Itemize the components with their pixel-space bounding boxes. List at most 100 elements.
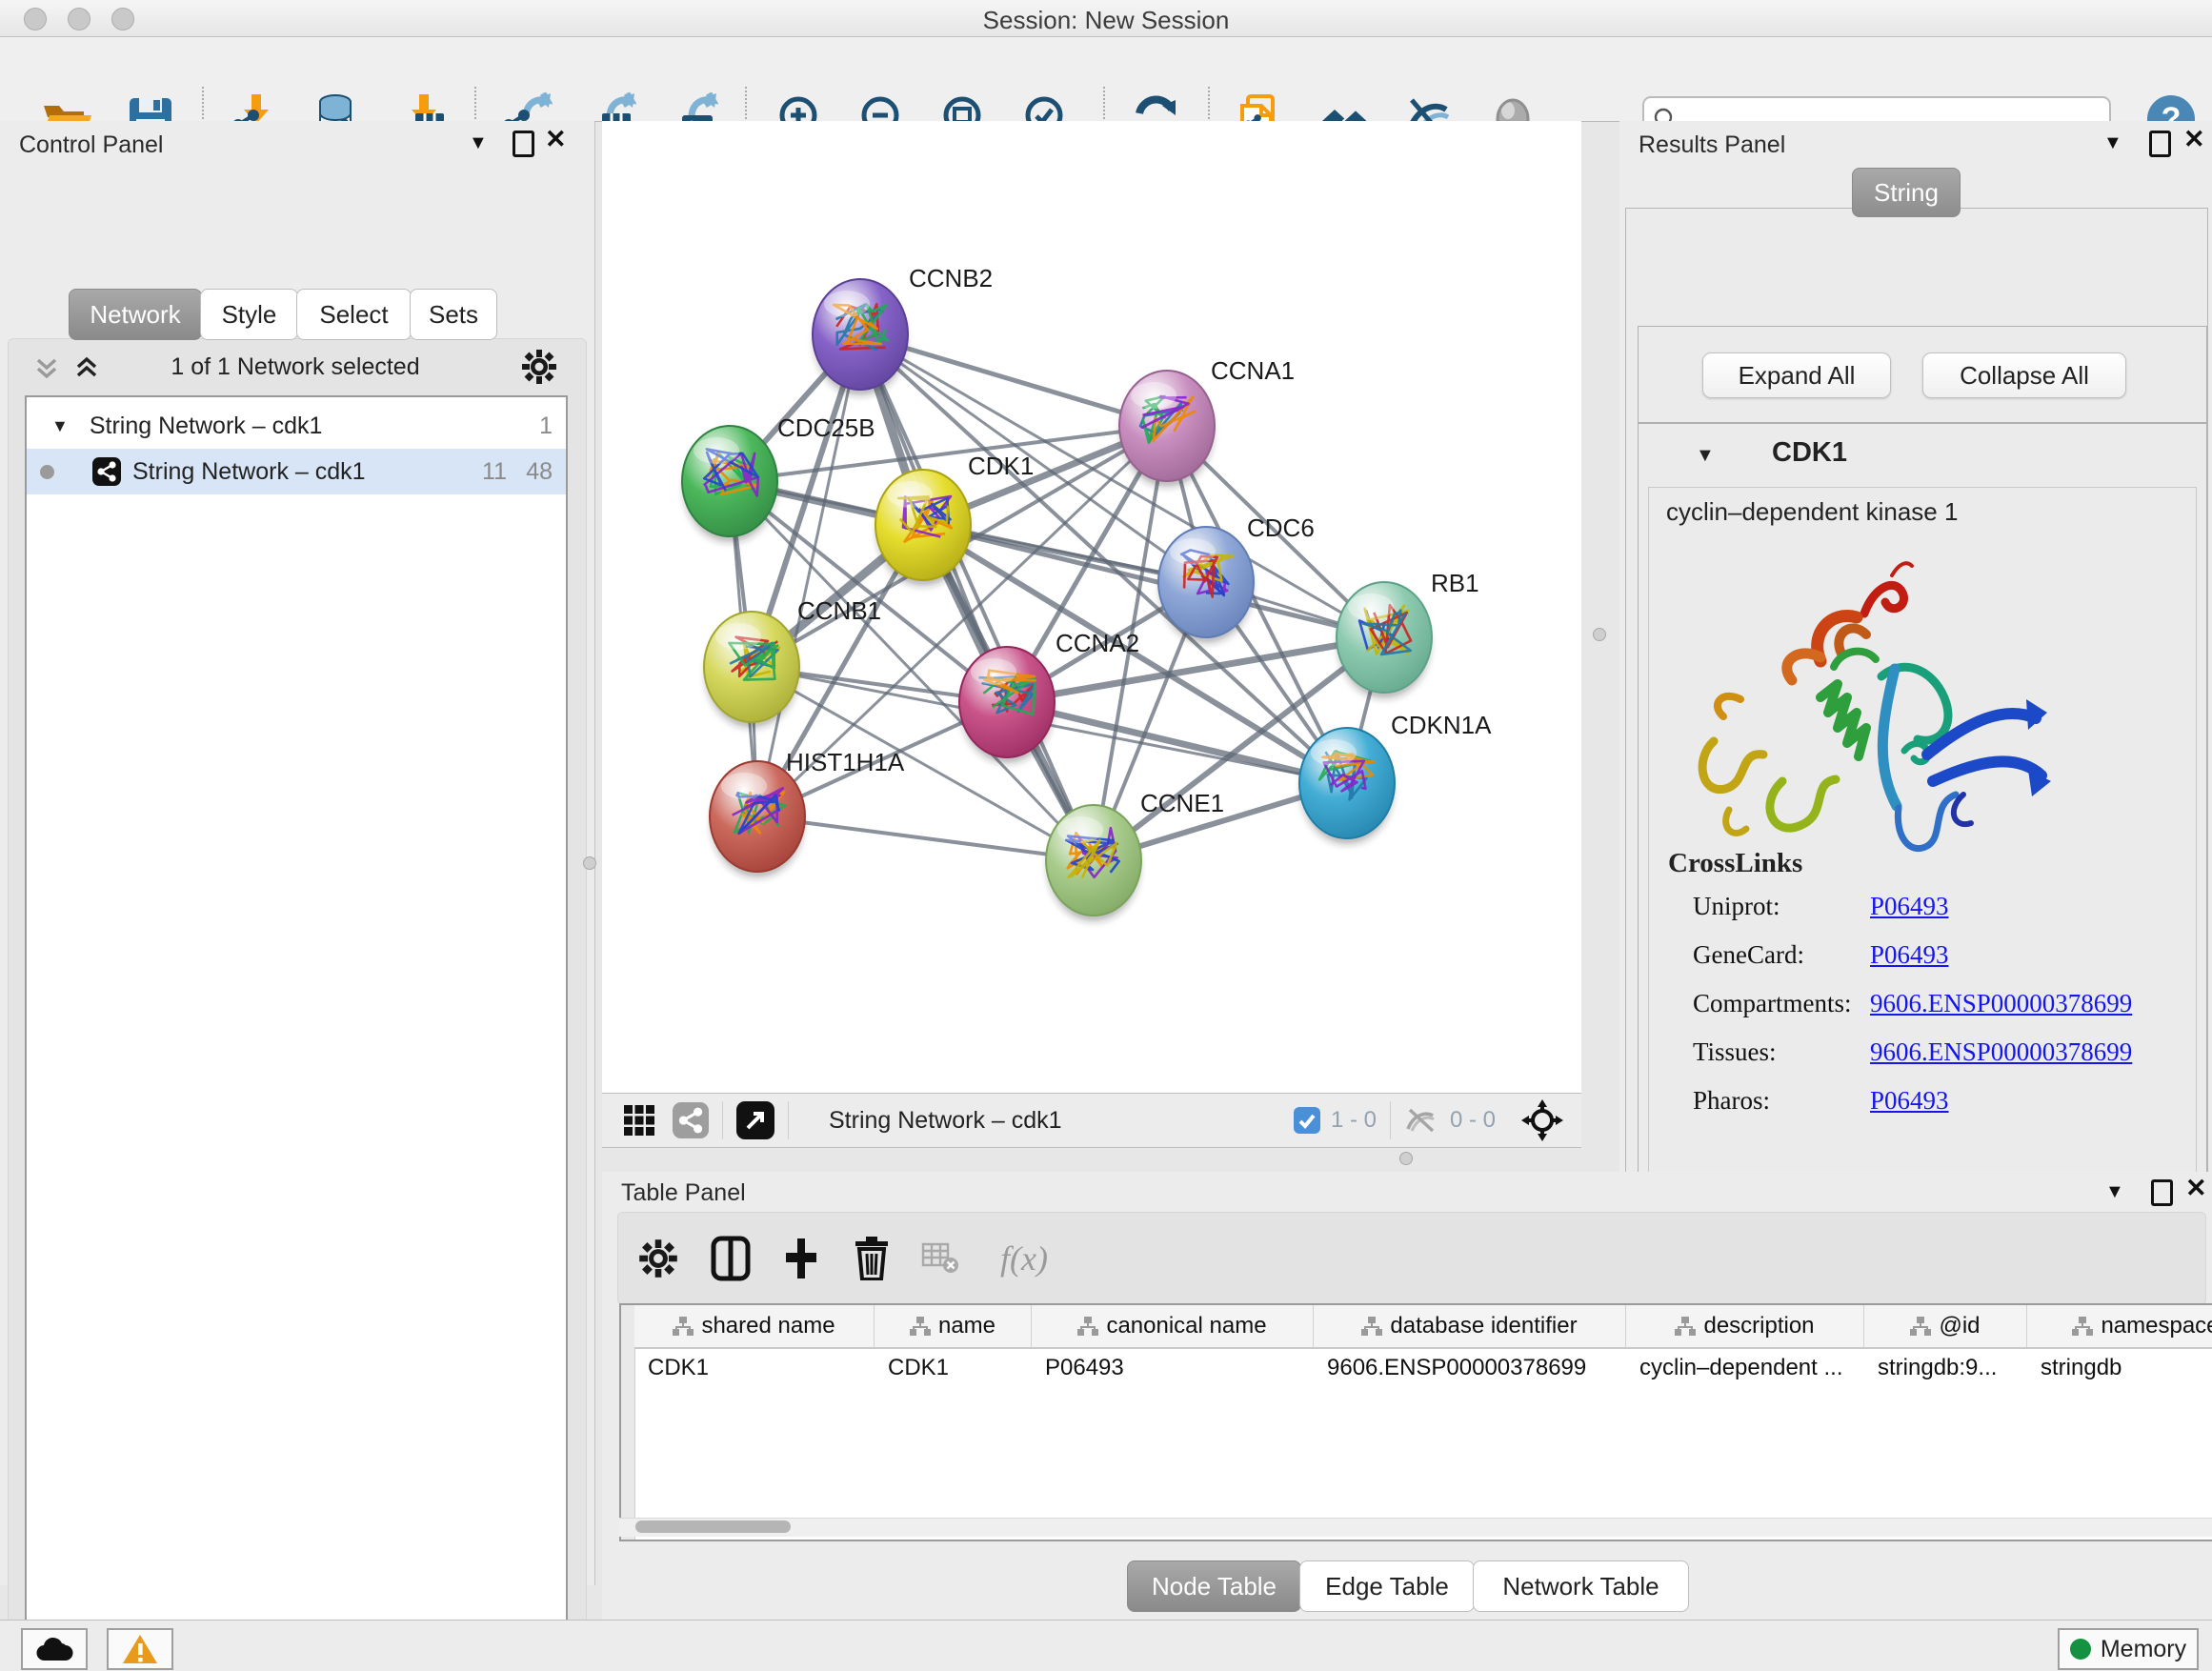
node-label-CCNB2: CCNB2: [909, 264, 993, 292]
column-header-canonical-name[interactable]: canonical name: [1032, 1305, 1314, 1347]
network-row-selected[interactable]: String Network – cdk1 11 48: [27, 449, 566, 494]
tab-network[interactable]: Network: [69, 289, 202, 340]
expand-all-button[interactable]: Expand All: [1702, 352, 1891, 398]
table-cell[interactable]: P06493: [1032, 1349, 1314, 1387]
vertical-splitter-handle[interactable]: [1593, 628, 1606, 641]
show-columns-icon[interactable]: [706, 1234, 755, 1283]
memory-label: Memory: [2101, 1636, 2186, 1663]
hidden-eye-icon[interactable]: [1404, 1104, 1440, 1137]
network-canvas[interactable]: CCNB2 CCNA1 CDC25B CDK1 CDC6 RB1 CCNB1 C…: [602, 121, 1581, 1093]
results-panel-close-icon[interactable]: ✕: [2183, 129, 2205, 150]
table-cell[interactable]: 9606.ENSP00000378699: [1314, 1349, 1626, 1387]
network-node-CCNB1[interactable]: CCNB1: [704, 596, 881, 728]
collapse-all-tree-icon[interactable]: [70, 352, 103, 384]
gene-description: cyclin–dependent kinase 1: [1666, 497, 1958, 527]
tab-string[interactable]: String: [1852, 168, 1961, 217]
column-header-namespace[interactable]: namespace: [2027, 1305, 2212, 1347]
expand-all-tree-icon[interactable]: [30, 352, 63, 384]
edge-CCNA2-CDKN1A[interactable]: [1007, 702, 1347, 783]
crosslink-row: GeneCard: P06493: [1693, 940, 1804, 970]
protein-structure-image: [1678, 554, 2068, 878]
edge-CCNB2-HIST1H1A[interactable]: [757, 334, 860, 816]
tab-style[interactable]: Style: [200, 289, 298, 340]
cloud-icon: [35, 1636, 73, 1662]
open-in-window-icon[interactable]: [736, 1101, 774, 1139]
network-node-CDKN1A[interactable]: CDKN1A: [1299, 711, 1492, 844]
tab-node-table[interactable]: Node Table: [1127, 1560, 1301, 1612]
edge-CCNE1-HIST1H1A[interactable]: [757, 816, 1094, 860]
network-view-toolbar: String Network – cdk1 1 - 0 0 - 0: [602, 1093, 1581, 1148]
tab-network-table[interactable]: Network Table: [1473, 1560, 1689, 1612]
crosslink-link[interactable]: P06493: [1870, 940, 1949, 970]
network-node-RB1[interactable]: RB1: [1337, 569, 1479, 698]
function-builder-icon: f(x): [984, 1234, 1064, 1283]
gear-icon[interactable]: [520, 348, 558, 386]
column-header-name[interactable]: name: [875, 1305, 1032, 1347]
network-collection-row[interactable]: ▼ String Network – cdk1 1: [27, 403, 566, 449]
node-table[interactable]: shared namenamecanonical namedatabase id…: [619, 1303, 2212, 1541]
string-network-icon: [92, 457, 121, 486]
delete-column-icon[interactable]: [847, 1234, 896, 1283]
network-list: ▼ String Network – cdk1 1 String Network…: [25, 395, 568, 1671]
gene-details: cyclin–dependent kinase 1: [1648, 487, 2197, 1205]
warnings-button[interactable]: [107, 1628, 173, 1670]
network-node-count: 11: [482, 458, 507, 486]
selected-checkbox-icon[interactable]: [1293, 1106, 1321, 1135]
add-column-icon[interactable]: [776, 1234, 826, 1283]
network-node-HIST1H1A[interactable]: HIST1H1A: [710, 748, 905, 877]
title-bar: Session: New Session: [0, 0, 2212, 37]
table-panel-collapse-icon[interactable]: ▼: [2105, 1181, 2124, 1203]
crosslink-link[interactable]: P06493: [1870, 892, 1949, 921]
collapse-all-button[interactable]: Collapse All: [1922, 352, 2126, 398]
table-cell[interactable]: CDK1: [634, 1349, 875, 1387]
results-panel-collapse-icon[interactable]: ▼: [2103, 132, 2122, 154]
crosslink-link[interactable]: P06493: [1870, 1086, 1949, 1116]
horizontal-scrollbar-track[interactable]: [619, 1518, 2212, 1537]
gene-name: CDK1: [1772, 437, 1847, 469]
control-panel-close-icon[interactable]: ✕: [545, 129, 567, 150]
gear-icon[interactable]: [633, 1234, 683, 1283]
edge-CCNB2-CCNE1[interactable]: [860, 334, 1094, 860]
edge-CDK1-RB1[interactable]: [923, 525, 1384, 637]
results-panel-float-icon[interactable]: [2149, 131, 2171, 157]
column-header-@id[interactable]: @id: [1864, 1305, 2027, 1347]
table-toolbar: f(x): [617, 1212, 2206, 1305]
tab-edge-table[interactable]: Edge Table: [1299, 1560, 1475, 1612]
vertical-splitter-handle[interactable]: [583, 856, 596, 870]
table-panel-float-icon[interactable]: [2151, 1179, 2173, 1206]
node-label-RB1: RB1: [1431, 569, 1479, 597]
table-gutter: [621, 1305, 635, 1540]
table-cell[interactable]: stringdb:9...: [1864, 1349, 2027, 1387]
crosslink-link[interactable]: 9606.ENSP00000378699: [1870, 989, 2132, 1018]
table-cell[interactable]: cyclin–dependent ...: [1626, 1349, 1864, 1387]
network-nodes: CCNB2 CCNA1 CDC25B CDK1 CDC6 RB1 CCNB1 C…: [682, 264, 1492, 921]
column-header-database-identifier[interactable]: database identifier: [1314, 1305, 1626, 1347]
cloud-status-button[interactable]: [21, 1628, 88, 1670]
table-cell[interactable]: CDK1: [875, 1349, 1032, 1387]
network-node-CDC6[interactable]: CDC6: [1158, 513, 1315, 643]
node-label-CDKN1A: CDKN1A: [1391, 711, 1492, 739]
node-label-CDC25B: CDC25B: [777, 413, 875, 442]
column-header-description[interactable]: description: [1626, 1305, 1864, 1347]
control-panel-collapse-icon[interactable]: ▼: [469, 132, 488, 154]
crosslink-link[interactable]: 9606.ENSP00000378699: [1870, 1037, 2132, 1067]
column-header-shared-name[interactable]: shared name: [634, 1305, 875, 1347]
node-label-CDC6: CDC6: [1247, 513, 1315, 542]
tab-select[interactable]: Select: [296, 289, 412, 340]
table-cell[interactable]: stringdb: [2027, 1349, 2212, 1387]
gene-collapse-icon[interactable]: ▼: [1696, 445, 1715, 467]
memory-button[interactable]: Memory: [2058, 1628, 2199, 1670]
main-toolbar: ?: [0, 37, 2212, 122]
crosshair-icon[interactable]: [1520, 1098, 1564, 1142]
grid-view-icon[interactable]: [623, 1104, 655, 1137]
network-node-CDC25B[interactable]: CDC25B: [682, 413, 875, 542]
birds-eye-view-icon[interactable]: [673, 1102, 709, 1138]
control-panel-float-icon[interactable]: [513, 131, 534, 157]
collection-label: String Network – cdk1: [90, 413, 323, 440]
table-panel-close-icon[interactable]: ✕: [2185, 1178, 2207, 1198]
horizontal-scrollbar-thumb[interactable]: [635, 1520, 791, 1533]
tab-sets[interactable]: Sets: [410, 289, 497, 340]
horizontal-splitter-handle[interactable]: [1399, 1152, 1413, 1165]
table-row[interactable]: CDK1CDK1P064939606.ENSP00000378699cyclin…: [634, 1349, 2212, 1387]
tree-expand-icon[interactable]: ▼: [51, 416, 69, 436]
